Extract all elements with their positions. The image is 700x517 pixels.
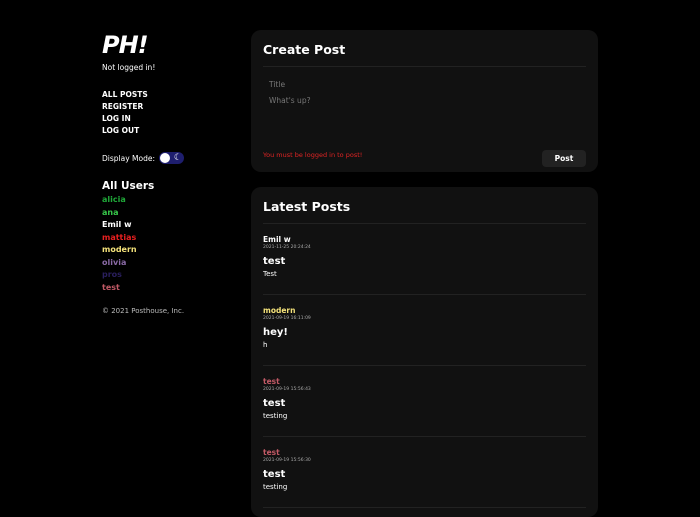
logo[interactable]: PH! xyxy=(102,32,232,58)
moon-icon: ☾ xyxy=(173,153,182,163)
user-link[interactable]: Emil w xyxy=(102,219,232,232)
post-body: Test xyxy=(263,270,277,278)
post-item: Emil w 2021-11-25 20:24:24 test Test xyxy=(263,224,586,295)
post-title[interactable]: hey! xyxy=(263,327,586,338)
display-mode-label: Display Mode: xyxy=(102,153,155,163)
post-author[interactable]: modern xyxy=(263,306,586,315)
user-link[interactable]: mattias xyxy=(102,232,232,245)
post-date: 2021-09-19 16:11:09 xyxy=(263,316,311,321)
nav-all-posts[interactable]: ALL POSTS xyxy=(102,89,232,101)
latest-posts-title: Latest Posts xyxy=(263,199,351,214)
post-body: testing xyxy=(263,412,288,420)
user-link[interactable]: olivia xyxy=(102,257,232,270)
post-title[interactable]: test xyxy=(263,469,586,480)
post-item: modern 2021-09-19 16:11:09 hey! h xyxy=(263,295,586,366)
nav-register[interactable]: REGISTER xyxy=(102,101,232,113)
post-date: 2021-11-25 20:24:24 xyxy=(263,245,311,250)
user-link[interactable]: modern xyxy=(102,244,232,257)
post-title[interactable]: test xyxy=(263,398,586,409)
divider xyxy=(263,66,586,67)
post-body-input[interactable]: What's up? xyxy=(269,96,311,105)
users-list: alicia ana Emil w mattias modern olivia pros te… xyxy=(102,194,232,294)
post-button[interactable]: Post xyxy=(542,150,586,167)
nav-menu: ALL POSTS REGISTER LOG IN LOG OUT xyxy=(102,89,232,137)
user-link[interactable]: test xyxy=(102,282,232,295)
latest-posts-card: Latest Posts Emil w 2021-11-25 20:24:24 te… xyxy=(251,187,598,517)
post-body: testing xyxy=(263,483,288,491)
post-item: test 2021-09-19 15:56:30 test testing xyxy=(263,437,586,508)
posts-list: Emil w 2021-11-25 20:24:24 test Test modern 2… xyxy=(251,224,598,508)
login-error-message: You must be logged in to post! xyxy=(263,151,363,159)
post-title[interactable]: test xyxy=(263,256,586,267)
user-link[interactable]: ana xyxy=(102,207,232,220)
post-author[interactable]: Emil w xyxy=(263,235,586,244)
post-item: test 2021-09-19 15:56:43 test testing xyxy=(263,366,586,437)
display-mode: Display Mode: ☾ xyxy=(102,152,232,164)
display-mode-toggle[interactable]: ☾ xyxy=(159,152,184,164)
copyright: © 2021 Posthouse, Inc. xyxy=(102,307,185,315)
post-date: 2021-09-19 15:56:30 xyxy=(263,458,311,463)
post-title-input[interactable]: Title xyxy=(269,80,285,89)
post-body: h xyxy=(263,341,268,349)
create-post-title: Create Post xyxy=(263,42,346,57)
create-post-card: Create Post Title What's up? You must be… xyxy=(251,30,598,172)
toggle-knob xyxy=(160,153,170,163)
post-date: 2021-09-19 15:56:43 xyxy=(263,387,311,392)
users-title: All Users xyxy=(102,180,155,192)
nav-log-out[interactable]: LOG OUT xyxy=(102,125,232,137)
login-status: Not logged in! xyxy=(102,63,156,72)
post-author[interactable]: test xyxy=(263,448,586,457)
user-link[interactable]: pros xyxy=(102,269,232,282)
post-author[interactable]: test xyxy=(263,377,586,386)
nav-log-in[interactable]: LOG IN xyxy=(102,113,232,125)
user-link[interactable]: alicia xyxy=(102,194,232,207)
sidebar: PH! Not logged in! ALL POSTS REGISTER LO… xyxy=(102,32,232,315)
